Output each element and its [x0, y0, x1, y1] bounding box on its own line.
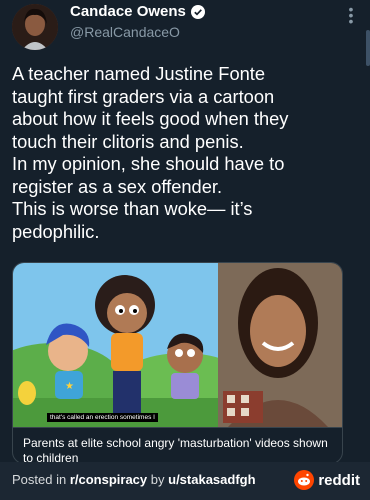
display-name-text: Candace Owens: [70, 3, 186, 20]
reddit-footer: Posted in r/conspiracy by u/stakasadfgh …: [0, 462, 370, 500]
card-image: ★: [13, 263, 342, 427]
svg-text:★: ★: [65, 381, 74, 392]
video-subtitle: that's called an erection sometimes I: [47, 413, 158, 422]
posted-in-text: Posted in r/conspiracy by u/stakasadfgh: [12, 472, 256, 487]
user-link[interactable]: u/stakasadfgh: [168, 472, 255, 487]
tweet-text: A teacher named Justine Fonte taught fir…: [12, 63, 289, 242]
more-options-icon[interactable]: • • •: [346, 2, 356, 28]
verified-badge-icon: [190, 4, 205, 19]
card-caption[interactable]: Parents at elite school angry 'masturbat…: [13, 427, 342, 462]
card-caption-text: Parents at elite school angry 'masturbat…: [23, 436, 328, 462]
display-name[interactable]: Candace Owens: [70, 3, 205, 20]
link-card[interactable]: ★ that's called an erection sometimes I: [12, 262, 343, 462]
scrollbar[interactable]: [366, 30, 370, 66]
user-handle[interactable]: @RealCandaceO: [70, 24, 180, 40]
posted-by: by: [147, 472, 169, 487]
reddit-wordmark: reddit: [318, 471, 360, 489]
reddit-logo: reddit: [294, 470, 360, 490]
avatar-photo: [12, 4, 58, 50]
avatar[interactable]: [12, 4, 58, 50]
reddit-alien-icon: [294, 470, 315, 490]
posted-prefix: Posted in: [12, 472, 70, 487]
tweet: Candace Owens @RealCandaceO • • • A teache…: [0, 0, 370, 462]
subreddit-link[interactable]: r/conspiracy: [70, 472, 147, 487]
